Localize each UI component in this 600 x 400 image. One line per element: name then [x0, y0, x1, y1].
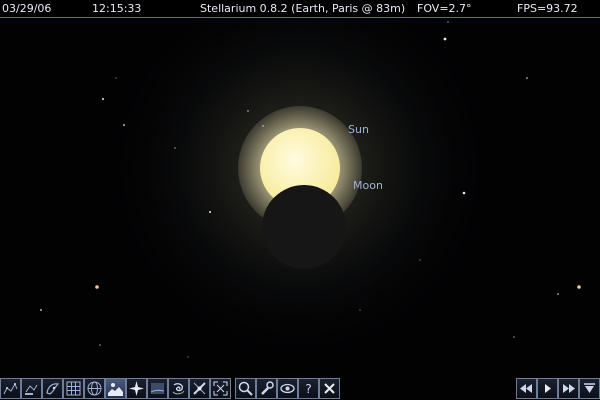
sky-view[interactable]: Sun Moon	[0, 0, 600, 400]
configuration-icon	[261, 381, 274, 395]
ground-icon	[108, 383, 123, 396]
now-icon	[584, 383, 595, 393]
status-bar: 03/29/06 12:15:33 Stellarium 0.8.2 (Eart…	[0, 0, 600, 18]
azimuthal-grid-button[interactable]	[63, 378, 84, 399]
app-title: Stellarium 0.8.2 (Earth, Paris @ 83m)	[200, 2, 406, 15]
center-on-selection-icon	[213, 381, 228, 396]
atmosphere-icon	[150, 383, 165, 394]
rewind-icon	[520, 384, 532, 393]
constellation-art-button[interactable]	[42, 378, 63, 399]
configuration-button[interactable]	[256, 378, 277, 399]
fast-forward-icon	[563, 384, 575, 393]
fast-forward-button[interactable]	[558, 378, 579, 399]
play-icon	[545, 384, 551, 393]
help-button[interactable]: ?	[298, 378, 319, 399]
quit-icon	[324, 383, 335, 394]
cardinal-points-button[interactable]	[126, 378, 147, 399]
search-button[interactable]	[235, 378, 256, 399]
play-button[interactable]	[537, 378, 558, 399]
nebulas-button[interactable]	[168, 378, 189, 399]
moon-disk[interactable]	[262, 185, 346, 269]
moon-label: Moon	[353, 179, 383, 192]
time-control-bar	[516, 378, 600, 399]
rewind-button[interactable]	[516, 378, 537, 399]
equatorial-grid-button[interactable]	[84, 378, 105, 399]
fov-readout: FOV=2.7°	[417, 2, 472, 15]
search-icon	[238, 381, 253, 396]
time-readout: 12:15:33	[92, 2, 142, 15]
atmosphere-button[interactable]	[147, 378, 168, 399]
help-icon: ?	[305, 382, 311, 396]
constellation-art-icon	[46, 383, 60, 395]
night-mode-icon	[280, 383, 295, 394]
telescope-mount-button[interactable]	[189, 378, 210, 399]
constellation-lines-button[interactable]	[0, 378, 21, 399]
quit-button[interactable]	[319, 378, 340, 399]
telescope-mount-icon	[193, 382, 206, 395]
stellarium-window: Sun Moon 03/29/06 12:15:33 Stellarium 0.…	[0, 0, 600, 400]
main-toolbar: ?	[0, 378, 340, 400]
constellation-names-button[interactable]	[21, 378, 42, 399]
center-on-selection-button[interactable]	[210, 378, 231, 399]
azimuthal-grid-icon	[66, 381, 81, 396]
fps-readout: FPS=93.72	[517, 2, 578, 15]
sun-label: Sun	[348, 123, 369, 136]
constellation-names-icon	[25, 384, 38, 395]
night-mode-button[interactable]	[277, 378, 298, 399]
cardinal-points-icon	[129, 381, 144, 396]
ground-button[interactable]	[105, 378, 126, 399]
now-button[interactable]	[579, 378, 600, 399]
nebulas-icon	[172, 383, 185, 395]
date-readout: 03/29/06	[2, 2, 52, 15]
constellation-lines-icon	[3, 382, 18, 395]
svg-text:?: ?	[305, 382, 311, 396]
equatorial-grid-icon	[87, 381, 102, 396]
